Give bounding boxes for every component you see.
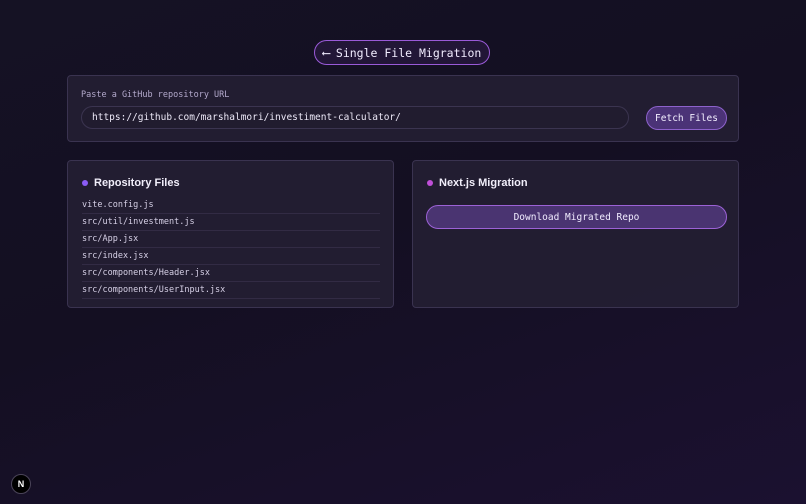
purple-dot-icon	[82, 180, 88, 186]
file-item[interactable]: src/App.jsx	[82, 231, 380, 248]
nextjs-logo-icon[interactable]: N	[11, 474, 31, 494]
repository-files-heading: Repository Files	[82, 177, 180, 189]
single-file-migration-button[interactable]: ⟵ Single File Migration	[314, 40, 490, 65]
nextjs-migration-heading: Next.js Migration	[427, 177, 528, 189]
file-list: vite.config.js src/util/investment.js sr…	[82, 197, 380, 299]
back-arrow-icon: ⟵	[322, 45, 330, 60]
file-item[interactable]: vite.config.js	[82, 197, 380, 214]
file-item[interactable]: src/index.jsx	[82, 248, 380, 265]
file-item[interactable]: src/util/investment.js	[82, 214, 380, 231]
repo-url-input[interactable]	[81, 106, 629, 129]
download-migrated-repo-button[interactable]: Download Migrated Repo	[426, 205, 727, 229]
file-item[interactable]: src/components/UserInput.jsx	[82, 282, 380, 299]
single-file-migration-label: Single File Migration	[335, 45, 482, 60]
fetch-files-button[interactable]: Fetch Files	[646, 106, 727, 130]
repository-files-title: Repository Files	[94, 177, 180, 189]
repository-files-panel: Repository Files vite.config.js src/util…	[67, 160, 394, 308]
file-item[interactable]: src/components/Header.jsx	[82, 265, 380, 282]
nextjs-migration-panel: Next.js Migration Download Migrated Repo	[412, 160, 739, 308]
repo-url-label: Paste a GitHub repository URL	[81, 90, 230, 100]
repo-url-panel: Paste a GitHub repository URL Fetch File…	[67, 75, 739, 142]
magenta-dot-icon	[427, 180, 433, 186]
nextjs-migration-title: Next.js Migration	[439, 177, 528, 189]
